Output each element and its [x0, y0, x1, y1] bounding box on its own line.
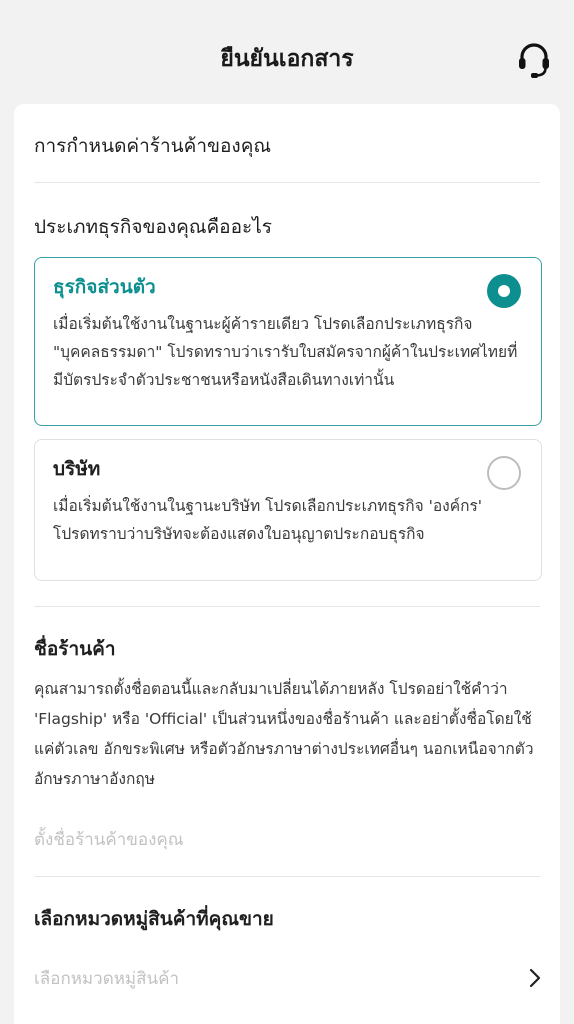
- category-placeholder: เลือกหมวดหมู่สินค้า: [34, 968, 180, 989]
- store-settings-heading: การกำหนดค่าร้านค้าของคุณ: [34, 135, 272, 157]
- divider: [34, 182, 540, 183]
- top-bar: ยืนยันเอกสาร: [0, 0, 574, 102]
- settings-card: การกำหนดค่าร้านค้าของคุณ ประเภทธุรกิจของ…: [14, 104, 560, 1024]
- business-type-option-individual[interactable]: ธุรกิจส่วนตัว เมื่อเริ่มต้นใช้งานในฐานะผ…: [34, 257, 542, 426]
- headset-icon[interactable]: [516, 41, 552, 79]
- shop-name-input[interactable]: [34, 822, 534, 858]
- business-type-option-company[interactable]: บริษัท เมื่อเริ่มต้นใช้งานในฐานะบริษัท โ…: [34, 439, 542, 581]
- shop-name-label: ชื่อร้านค้า: [34, 638, 116, 660]
- page-title: ยืนยันเอกสาร: [220, 46, 354, 72]
- radio-selected[interactable]: [487, 274, 521, 308]
- divider: [34, 606, 540, 607]
- category-label: เลือกหมวดหมู่สินค้าที่คุณขาย: [34, 908, 274, 930]
- divider: [34, 876, 540, 877]
- radio-unselected[interactable]: [487, 456, 521, 490]
- category-select[interactable]: เลือกหมวดหมู่สินค้า: [34, 960, 542, 996]
- option-description: เมื่อเริ่มต้นใช้งานในฐานะผู้ค้ารายเดียว …: [53, 315, 518, 389]
- option-title: บริษัท: [53, 458, 101, 480]
- business-type-question: ประเภทธุรกิจของคุณคืออะไร: [34, 216, 272, 238]
- shop-name-description: คุณสามารถตั้งชื่อตอนนี้และกลับมาเปลี่ยนไ…: [34, 680, 534, 788]
- option-description: เมื่อเริ่มต้นใช้งานในฐานะบริษัท โปรดเลือ…: [53, 497, 483, 543]
- option-title: ธุรกิจส่วนตัว: [53, 276, 156, 298]
- chevron-right-icon: [529, 968, 541, 988]
